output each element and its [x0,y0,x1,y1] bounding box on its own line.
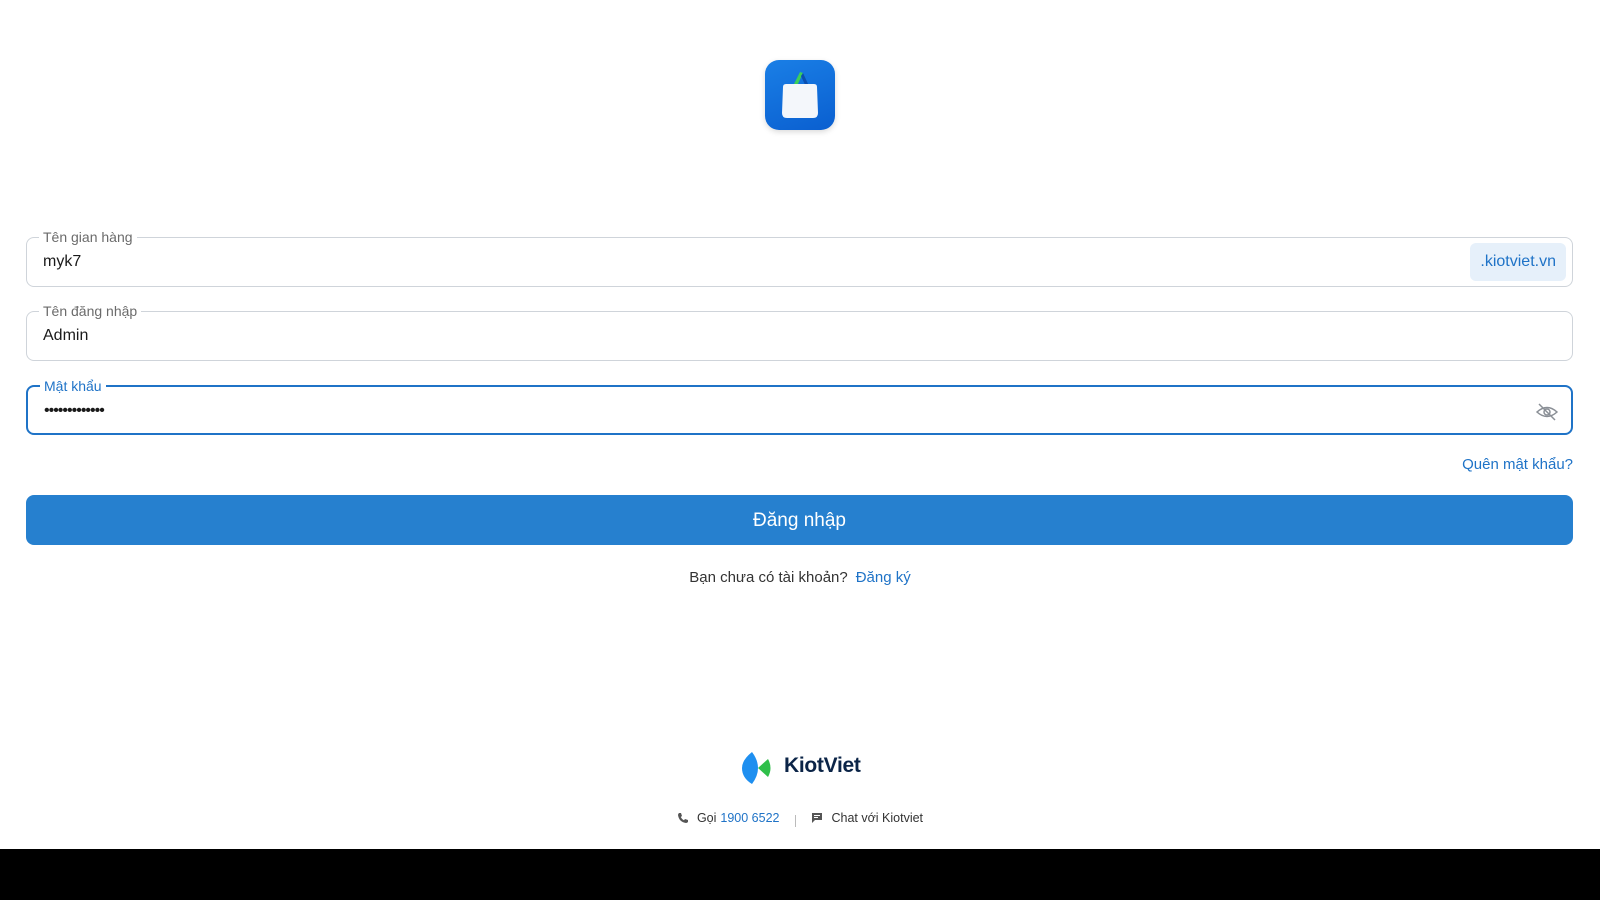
app-logo [765,60,835,130]
store-name-input[interactable]: myk7 [43,252,81,272]
username-field[interactable]: Tên đăng nhập Admin [26,302,1573,361]
bottom-bar [0,849,1600,900]
signup-prompt: Bạn chưa có tài khoản? [689,569,848,586]
chat-link[interactable]: Chat với Kiotviet [811,811,923,825]
password-label: Mật khẩu [40,377,106,395]
call-link[interactable]: Gọi 1900 6522 [677,811,780,825]
kiotviet-mark-icon [742,752,771,784]
chat-icon [812,813,823,823]
chat-label: Chat với Kiotviet [831,811,924,825]
contact-row: Gọi 1900 6522 Chat với Kiotviet [0,811,1600,827]
phone-icon [677,813,688,823]
store-name-label: Tên gian hàng [39,228,137,246]
signup-link[interactable]: Đăng ký [856,569,911,586]
store-name-field[interactable]: Tên gian hàng myk7 .kiotviet.vn [26,228,1573,287]
brand-name: KiotViet [784,754,861,777]
call-label: Gọi [696,811,717,825]
domain-suffix: .kiotviet.vn [1470,243,1566,281]
username-input[interactable]: Admin [43,326,88,346]
username-label: Tên đăng nhập [39,302,142,320]
eye-off-icon[interactable] [1535,400,1559,424]
password-input[interactable]: ••••••••••••• [44,401,105,421]
phone-number[interactable]: 1900 6522 [720,811,779,825]
kiotviet-logo: KiotViet [738,750,868,786]
forgot-password-link[interactable]: Quên mật khẩu? [1462,456,1573,473]
divider [794,814,796,827]
signup-row: Bạn chưa có tài khoản? Đăng ký [0,569,1600,586]
shopping-bag-icon [782,72,818,118]
login-button[interactable]: Đăng nhập [26,495,1573,545]
password-field[interactable]: Mật khẩu ••••••••••••• [26,377,1573,435]
